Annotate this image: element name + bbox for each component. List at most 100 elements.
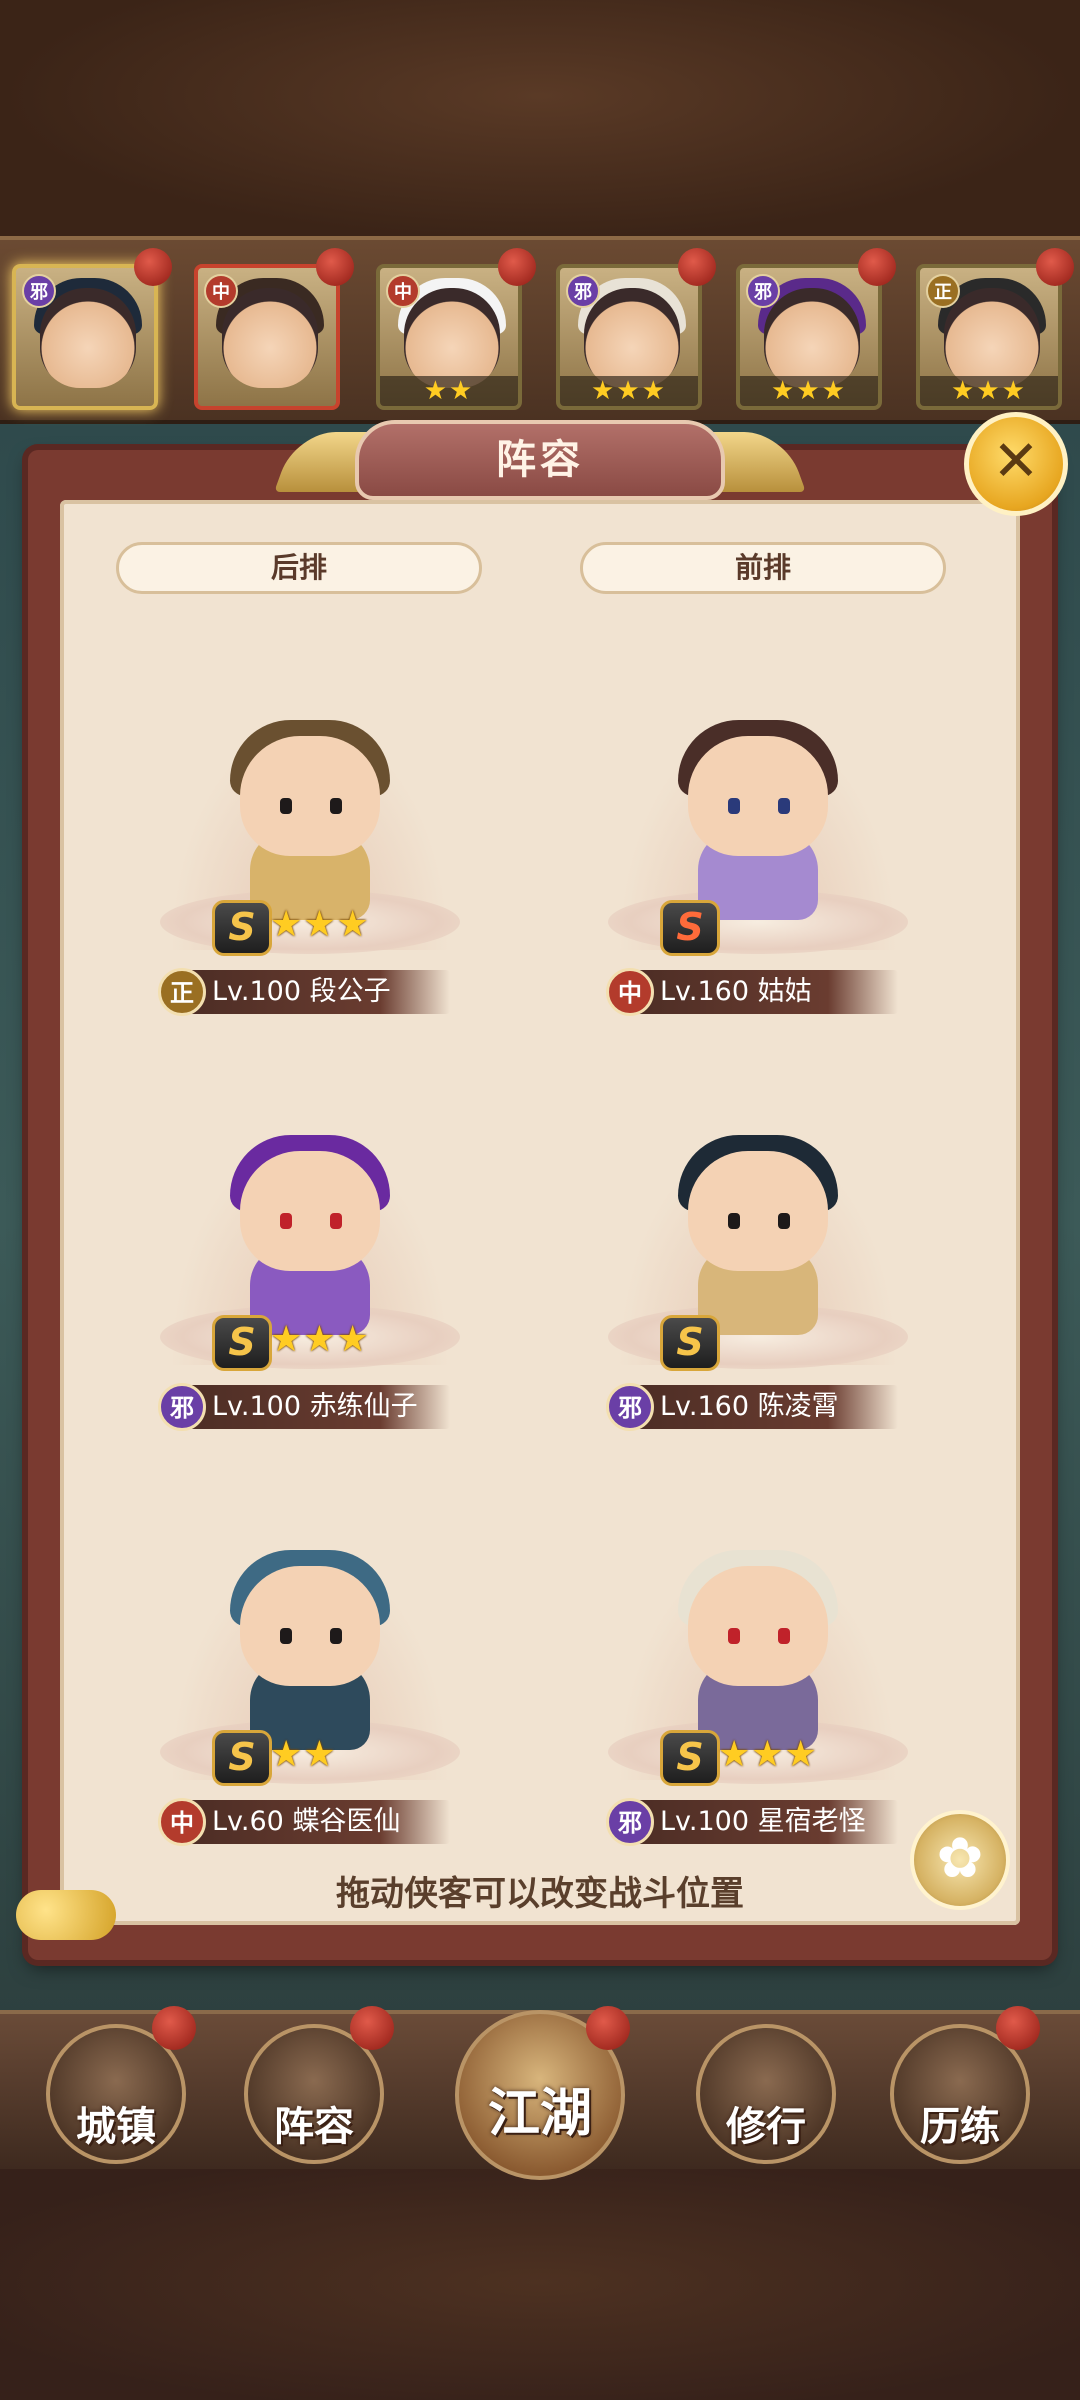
hero-level: Lv.100 xyxy=(212,1391,302,1422)
hero-stars: ★★★ xyxy=(270,904,370,945)
faction-badge: 中 xyxy=(158,1798,206,1846)
notification-dot xyxy=(678,248,716,286)
hero-stars: ★★★ xyxy=(740,376,878,406)
hero-sprite xyxy=(240,736,380,856)
roster-hero-card[interactable]: 正 ★★★ xyxy=(916,264,1062,410)
hero-stars: ★★★ xyxy=(718,1734,818,1775)
hero-name: 赤练仙子 xyxy=(309,1391,418,1422)
faction-badge: 正 xyxy=(158,968,206,1016)
hero-stars: ★★★ xyxy=(270,1319,370,1360)
hero-eye xyxy=(728,798,740,814)
faction-badge: 邪 xyxy=(746,274,780,308)
hero-portrait xyxy=(584,288,680,388)
rank-badge: S xyxy=(660,1315,720,1371)
lineup-slot[interactable]: S 邪 Lv.160 陈凌霄 xyxy=(578,1095,938,1435)
rank-badge: S xyxy=(212,1730,272,1786)
hero-label: Lv.160 陈凌霄 xyxy=(660,1387,920,1427)
notification-dot xyxy=(134,248,172,286)
hero-label: Lv.160 姑姑 xyxy=(660,972,920,1012)
hero-sprite xyxy=(688,1566,828,1686)
hero-eye xyxy=(778,1213,790,1229)
nav-training-label: 历练 xyxy=(920,2104,1000,2150)
hero-roster: 邪 中 中 ★★ 邪 ★★★ 邪 ★★★ 正 ★★★ xyxy=(0,236,1080,424)
flower-button[interactable]: ✿ xyxy=(910,1810,1010,1910)
hero-sprite xyxy=(688,736,828,856)
background-top xyxy=(0,0,1080,240)
hero-level: Lv.60 xyxy=(212,1806,284,1837)
roster-hero-card[interactable]: 中 xyxy=(194,264,340,410)
faction-badge: 邪 xyxy=(606,1383,654,1431)
notification-dot xyxy=(996,2006,1040,2050)
drag-hint: 拖动侠客可以改变战斗位置 xyxy=(336,1874,744,1914)
hero-eye xyxy=(728,1628,740,1644)
background-bottom xyxy=(0,2165,1080,2400)
close-button[interactable]: ✕ xyxy=(964,412,1068,516)
hero-eye xyxy=(330,798,342,814)
lineup-slot[interactable]: S ★★★ 正 Lv.100 段公子 xyxy=(130,680,490,1020)
faction-badge: 中 xyxy=(204,274,238,308)
hero-stars: ★★★ xyxy=(560,376,698,406)
rank-badge: S xyxy=(660,900,720,956)
rank-badge: S xyxy=(212,1315,272,1371)
hero-name: 星宿老怪 xyxy=(757,1806,866,1837)
hero-eye xyxy=(330,1628,342,1644)
notification-dot xyxy=(1036,248,1074,286)
lineup-slot[interactable]: S ★★ 中 Lv.60 蝶谷医仙 xyxy=(130,1510,490,1850)
hero-name: 姑姑 xyxy=(757,976,812,1007)
hero-level: Lv.100 xyxy=(212,976,302,1007)
lineup-slot[interactable]: S 中 Lv.160 姑姑 xyxy=(578,680,938,1020)
notification-dot xyxy=(858,248,896,286)
faction-badge: 邪 xyxy=(566,274,600,308)
hero-portrait xyxy=(764,288,860,388)
lineup-slot[interactable]: S ★★★ 邪 Lv.100 星宿老怪 xyxy=(578,1510,938,1850)
bottom-nav: 城镇 阵容 江湖 修行 历练 xyxy=(0,2006,1080,2180)
notification-dot xyxy=(316,248,354,286)
rank-badge: S xyxy=(212,900,272,956)
flower-icon: ✿ xyxy=(936,1826,984,1891)
hero-label: Lv.100 星宿老怪 xyxy=(660,1802,920,1842)
front-row-label: 前排 xyxy=(580,542,946,594)
faction-badge: 邪 xyxy=(158,1383,206,1431)
hero-stars: ★★ xyxy=(270,1734,337,1775)
faction-badge: 中 xyxy=(386,274,420,308)
hero-eye xyxy=(778,798,790,814)
hero-stars: ★★★ xyxy=(920,376,1058,406)
faction-badge: 邪 xyxy=(22,274,56,308)
hero-portrait xyxy=(404,288,500,388)
nav-cultivate-label: 修行 xyxy=(726,2104,806,2150)
panel-title: 阵容 xyxy=(355,420,725,500)
hero-label: Lv.100 赤练仙子 xyxy=(212,1387,472,1427)
hero-name: 蝶谷医仙 xyxy=(292,1806,401,1837)
hero-name: 陈凌霄 xyxy=(757,1391,839,1422)
hero-label: Lv.100 段公子 xyxy=(212,972,472,1012)
faction-badge: 邪 xyxy=(606,1798,654,1846)
notification-dot xyxy=(498,248,536,286)
rank-badge: S xyxy=(660,1730,720,1786)
roster-hero-card[interactable]: 邪 ★★★ xyxy=(736,264,882,410)
hero-eye xyxy=(280,1628,292,1644)
roster-hero-card[interactable]: 邪 xyxy=(12,264,158,410)
notification-dot xyxy=(152,2006,196,2050)
panel-title-text: 阵容 xyxy=(496,437,584,483)
notification-dot xyxy=(586,2006,630,2050)
nav-jianghu-label: 江湖 xyxy=(487,2084,592,2144)
nav-lineup-label: 阵容 xyxy=(274,2104,354,2150)
cloud-decoration xyxy=(16,1890,116,1940)
roster-hero-card[interactable]: 中 ★★ xyxy=(376,264,522,410)
lineup-slot[interactable]: S ★★★ 邪 Lv.100 赤练仙子 xyxy=(130,1095,490,1435)
nav-cultivate[interactable]: 修行 xyxy=(696,2024,836,2164)
faction-badge: 正 xyxy=(926,274,960,308)
hero-portrait xyxy=(40,288,136,388)
hero-eye xyxy=(280,1213,292,1229)
hero-stars: ★★ xyxy=(380,376,518,406)
hero-sprite xyxy=(240,1566,380,1686)
roster-hero-card[interactable]: 邪 ★★★ xyxy=(556,264,702,410)
faction-badge: 中 xyxy=(606,968,654,1016)
hero-level: Lv.160 xyxy=(660,976,750,1007)
hero-label: Lv.60 蝶谷医仙 xyxy=(212,1802,472,1842)
hero-eye xyxy=(728,1213,740,1229)
hero-sprite xyxy=(240,1151,380,1271)
hero-sprite xyxy=(688,1151,828,1271)
hero-level: Lv.100 xyxy=(660,1806,750,1837)
close-icon: ✕ xyxy=(992,429,1040,494)
